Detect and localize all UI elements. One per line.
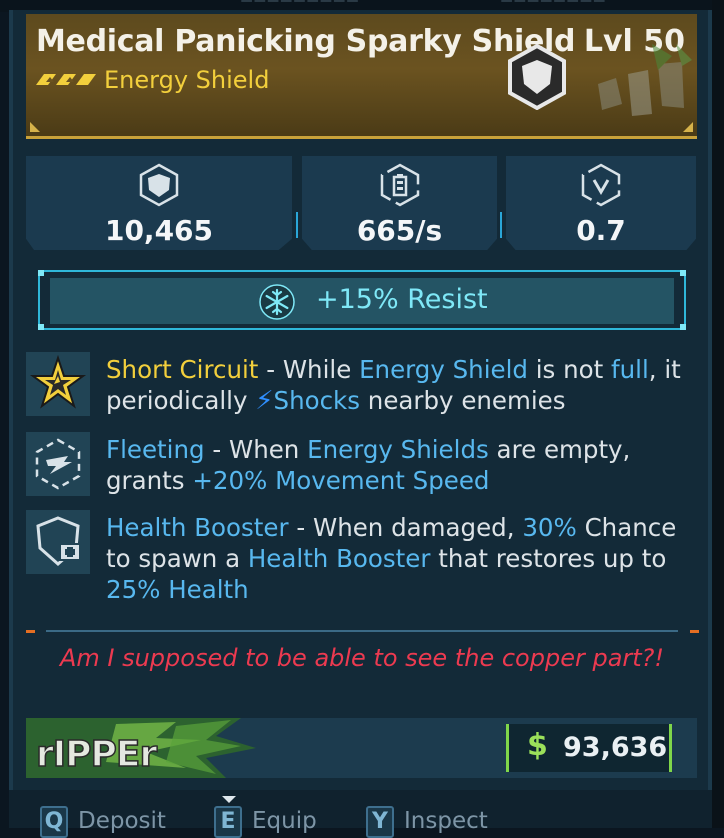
perk-keyword: 25% Health [106,575,249,604]
frame-corner [680,270,686,276]
perk-keyword: Health Booster [247,544,431,573]
header-corner [30,122,40,132]
stat-value: 0.7 [576,214,626,247]
key-y: Y [366,806,394,838]
flavor-text: Am I supposed to be able to see the copp… [59,644,665,672]
stat-value: 665/s [356,214,443,247]
stat-capacity: 10,465 [26,156,292,250]
perk-text-part: nearby enemies [360,386,566,415]
perk-icon-box [26,510,90,574]
element-resist-text: +15% Resist [316,284,488,315]
perk-text-part: - When damaged, [288,513,523,542]
short-circuit-star-icon [29,354,87,409]
perk-text-part: - While [258,355,360,384]
item-header: Medical Panicking Sparky Shield Lvl 50 E… [26,14,697,139]
action-label: Deposit [78,808,166,834]
frame-corner [38,324,44,330]
perk-description: Short Circuit - While Energy Shield is n… [106,354,696,417]
key-q: Q [40,806,68,838]
price-amount: 93,636 [563,732,668,763]
perk-keyword: Energy Shield [359,355,528,384]
perk-icon-box [26,352,90,416]
manufacturer-art-icon [598,44,692,116]
stat-separator [500,212,502,238]
stat-value: 10,465 [104,214,214,247]
item-type: Energy Shield [104,66,270,94]
stat-recharge-delay: 0.7 [506,156,696,250]
ghost-tab-left: ▬▬▬▬▬▬▬▬▬ [240,0,359,7]
recharge-delay-icon [581,163,621,207]
perk-keyword: 30% [522,513,577,542]
rarity-chevrons-icon [36,74,96,85]
perk-text-part: - When [204,435,308,464]
perk-icon-box [26,432,90,496]
health-booster-icon [36,516,81,567]
perk-name: Short Circuit [106,355,259,384]
ghost-tab-right: ▬▬▬▬▬▬▬▬ [500,0,606,7]
frame-corner [680,324,686,330]
shield-type-icon [508,44,566,110]
shield-capacity-icon [139,163,179,207]
frame-corner [38,270,44,276]
perk-keyword: Energy Shields [307,435,489,464]
card-edge [708,10,712,828]
ripper-logo: rIPPEr [26,718,256,778]
divider-dash [690,630,699,633]
card-edge [9,10,13,828]
divider [46,630,678,632]
manufacturer-name: rIPPEr [36,734,158,775]
stat-separator [296,212,298,238]
header-corner [683,122,693,132]
perk-description: Fleeting - When Energy Shields are empty… [106,434,696,496]
perk-name: Fleeting [106,435,205,464]
divider-dash [26,630,35,633]
perk-text-part: that restores up to [430,544,667,573]
perk-name: Health Booster [106,513,289,542]
item-name: Medical Panicking Sparky Shield [36,24,576,59]
recharge-rate-icon [380,163,419,207]
fleeting-icon [35,438,81,490]
action-label: Inspect [404,808,488,834]
perk-keyword: full [611,355,649,384]
perk-description: Health Booster - When damaged, 30% Chanc… [106,512,696,605]
action-label: Equip [252,808,317,834]
cryo-icon [259,284,295,320]
background-edge [712,0,724,828]
stat-recharge-rate: 665/s [302,156,497,250]
selected-caret-icon [222,796,236,803]
perk-keyword: +20% Movement Speed [192,466,490,495]
shock-bolt-icon: ⚡ [255,386,274,416]
key-e: E [214,806,242,838]
perk-text-part: is not [527,355,612,384]
price-box: $ 93,636 [506,724,672,772]
currency-icon: $ [527,728,548,763]
perk-keyword: Shocks [273,386,361,415]
